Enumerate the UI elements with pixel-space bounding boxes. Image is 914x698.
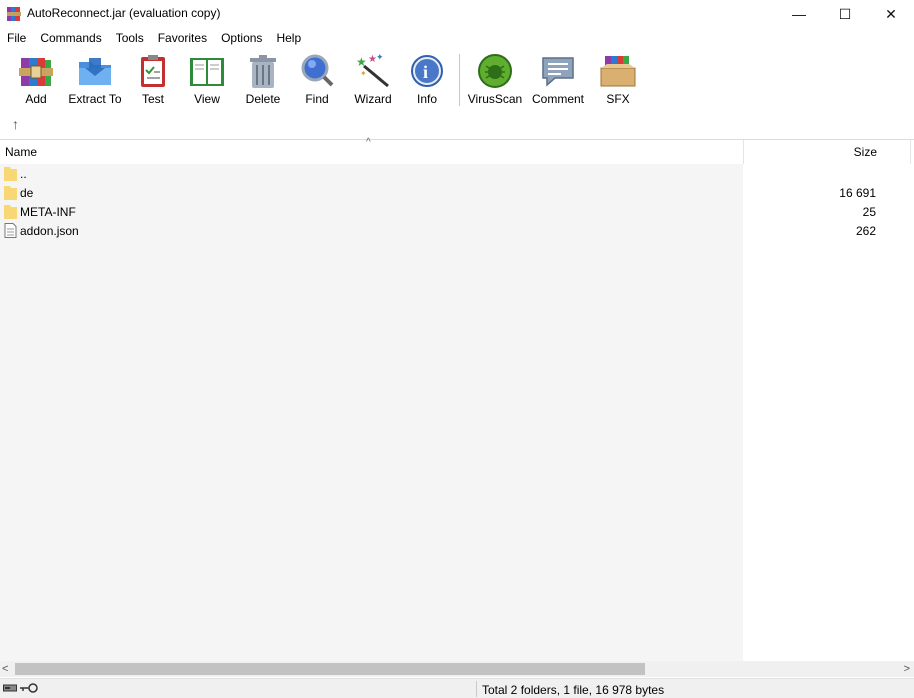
- svg-text:i: i: [423, 62, 428, 82]
- sfx-label: SFX: [606, 92, 630, 106]
- winrar-app-icon: [7, 7, 21, 21]
- info-button[interactable]: i Info: [408, 52, 446, 110]
- add-archive-icon: [19, 58, 53, 86]
- menu-file[interactable]: File: [0, 28, 33, 48]
- svg-text:★: ★: [356, 55, 367, 69]
- title-bar: AutoReconnect.jar (evaluation copy) — ☐ …: [0, 0, 914, 28]
- column-divider[interactable]: [910, 140, 911, 164]
- comment-bubble-icon: [542, 57, 574, 87]
- window-title: AutoReconnect.jar (evaluation copy): [27, 6, 221, 20]
- toolbar: Add Extract To Test View Delete Find ★ ★…: [0, 48, 914, 112]
- scroll-left-arrow-icon[interactable]: <: [2, 661, 8, 677]
- status-icons: [3, 683, 38, 693]
- add-button[interactable]: Add: [16, 52, 56, 110]
- extract-folder-icon: [79, 58, 111, 85]
- menu-commands[interactable]: Commands: [33, 28, 108, 48]
- row-name: de: [20, 186, 34, 200]
- view-label: View: [194, 92, 220, 106]
- magic-wand-icon: ★ ★ ✦ ✦: [356, 52, 389, 88]
- row-size: 16 691: [839, 186, 876, 200]
- row-size: 25: [862, 205, 876, 219]
- up-folder-arrow-icon[interactable]: ↑: [12, 116, 19, 132]
- svg-text:✦: ✦: [360, 69, 367, 78]
- trash-can-icon: [250, 55, 276, 88]
- comment-label: Comment: [531, 92, 584, 106]
- close-button[interactable]: ✕: [868, 0, 914, 28]
- list-header: ^ Name Size: [0, 137, 914, 164]
- column-header-name[interactable]: Name: [5, 145, 37, 159]
- extract-to-button[interactable]: Extract To: [66, 52, 124, 110]
- navigation-row: ↑: [0, 112, 914, 138]
- close-icon: ✕: [885, 5, 897, 22]
- list-row-addon-json[interactable]: addon.json 262: [0, 221, 900, 240]
- sort-ascending-icon: ^: [366, 137, 371, 148]
- extract-to-label: Extract To: [68, 92, 122, 106]
- folder-icon: [4, 167, 17, 181]
- svg-text:✦: ✦: [376, 52, 384, 62]
- drive-icon[interactable]: [3, 683, 17, 693]
- minimize-button[interactable]: —: [776, 0, 822, 28]
- view-button[interactable]: View: [184, 52, 230, 110]
- scrollbar-thumb[interactable]: [15, 663, 645, 675]
- list-row-meta-inf[interactable]: META-INF 25: [0, 202, 900, 221]
- menu-tools[interactable]: Tools: [109, 28, 151, 48]
- test-clipboard-icon: [141, 55, 165, 87]
- file-list: .. de 16 691 META-INF 25 addon.json 262: [0, 164, 914, 661]
- folder-icon: [4, 186, 17, 200]
- status-summary: Total 2 folders, 1 file, 16 978 bytes: [482, 683, 665, 697]
- column-divider[interactable]: [743, 140, 744, 164]
- horizontal-scrollbar[interactable]: < >: [0, 661, 914, 677]
- menu-help[interactable]: Help: [269, 28, 308, 48]
- key-icon[interactable]: [20, 683, 38, 693]
- status-bar: Total 2 folders, 1 file, 16 978 bytes: [0, 678, 914, 698]
- status-divider: [476, 681, 477, 697]
- delete-label: Delete: [245, 92, 281, 106]
- row-size: 262: [855, 224, 876, 238]
- minimize-icon: —: [792, 6, 806, 22]
- test-label: Test: [141, 92, 164, 106]
- delete-button[interactable]: Delete: [243, 52, 283, 110]
- find-label: Find: [305, 92, 329, 106]
- menu-options[interactable]: Options: [214, 28, 269, 48]
- maximize-icon: ☐: [838, 5, 852, 22]
- add-label: Add: [25, 92, 47, 106]
- maximize-button[interactable]: ☐: [822, 0, 868, 28]
- list-row-de[interactable]: de 16 691: [0, 183, 900, 202]
- folder-icon: [4, 205, 17, 219]
- menu-bar: File Commands Tools Favorites Options He…: [0, 28, 914, 48]
- row-name: META-INF: [20, 205, 76, 219]
- sfx-box-icon: [600, 56, 636, 87]
- list-row-parent[interactable]: ..: [0, 164, 900, 183]
- virusscan-button[interactable]: VirusScan: [467, 52, 523, 110]
- toolbar-separator: [459, 54, 460, 106]
- info-icon: i: [411, 55, 443, 87]
- magnifier-icon: [301, 54, 334, 87]
- bug-scan-icon: [478, 54, 512, 88]
- view-book-icon: [190, 58, 224, 86]
- comment-button[interactable]: Comment: [529, 52, 587, 110]
- info-label: Info: [416, 92, 437, 106]
- sfx-button[interactable]: SFX: [598, 52, 638, 110]
- row-name: addon.json: [20, 224, 79, 238]
- column-header-size[interactable]: Size: [854, 145, 877, 159]
- find-button[interactable]: Find: [298, 52, 336, 110]
- wizard-button[interactable]: ★ ★ ✦ ✦ Wizard: [352, 52, 394, 110]
- menu-favorites[interactable]: Favorites: [151, 28, 214, 48]
- wizard-label: Wizard: [354, 92, 392, 106]
- scroll-right-arrow-icon[interactable]: >: [904, 661, 910, 677]
- test-button[interactable]: Test: [134, 52, 172, 110]
- virusscan-label: VirusScan: [467, 92, 523, 106]
- row-name: ..: [20, 167, 27, 181]
- file-document-icon: [4, 223, 17, 238]
